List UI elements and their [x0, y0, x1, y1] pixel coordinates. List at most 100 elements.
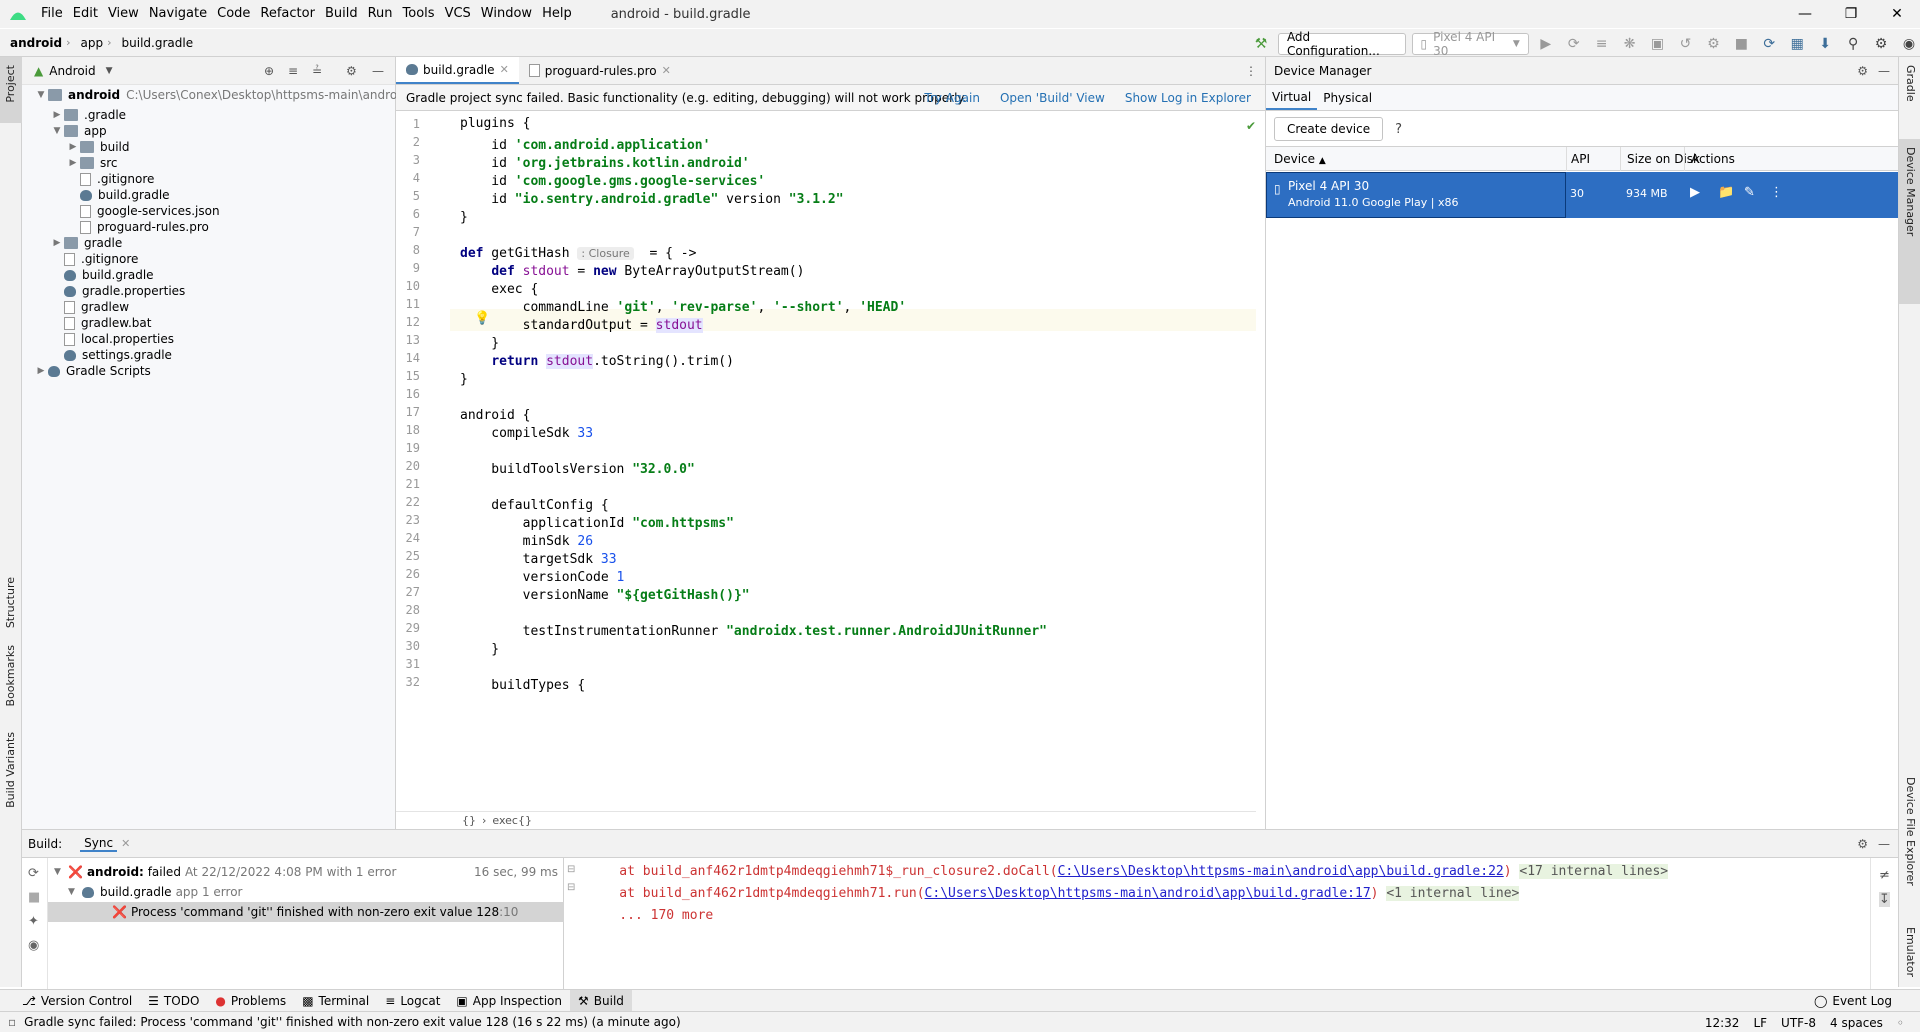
source-link[interactable]: C:\Users\Desktop\httpsms-main\android\ap… — [925, 886, 1371, 901]
soft-wrap-icon[interactable]: ≠ — [1879, 868, 1890, 883]
coverage-icon[interactable]: ⚙ — [1702, 32, 1724, 56]
menu-file[interactable]: File — [36, 0, 68, 28]
breadcrumb-file[interactable]: build.gradle — [112, 36, 198, 50]
device-manager-icon[interactable]: ▦ — [1786, 32, 1808, 56]
column-device[interactable]: Device ▲ — [1274, 152, 1326, 166]
google-icon[interactable]: ◉ — [1898, 32, 1920, 56]
menu-window[interactable]: Window — [476, 0, 537, 28]
try-again-link[interactable]: Try Again — [924, 91, 980, 105]
device-manager-tool-button[interactable]: Device Manager — [1904, 147, 1917, 236]
structure-tool-button[interactable]: Structure — [4, 577, 17, 628]
build-error-item[interactable]: ❌ Process 'command 'git'' finished with … — [48, 902, 564, 922]
tool-problems[interactable]: ● Problems — [207, 990, 294, 1012]
status-icon[interactable]: ▫ — [8, 1015, 16, 1029]
build-variants-tool-button[interactable]: Build Variants — [4, 732, 17, 808]
build-tree-root[interactable]: ▼ ❌ android: failed At 22/12/2022 4:08 P… — [54, 862, 560, 882]
locate-icon[interactable]: ⊕ — [264, 64, 274, 78]
help-icon[interactable]: ? — [1395, 122, 1402, 137]
tab-build-gradle[interactable]: build.gradle ✕ — [396, 57, 519, 84]
project-tool-button[interactable]: Project — [4, 65, 17, 103]
build-tree-child[interactable]: ▼ build.gradle app 1 error — [68, 882, 242, 902]
sync-gradle-icon[interactable]: ⟳ — [1758, 32, 1780, 56]
open-build-view-link[interactable]: Open 'Build' View — [1000, 91, 1105, 105]
profile-icon[interactable]: ▣ — [1647, 32, 1669, 56]
close-tab-icon[interactable]: ✕ — [500, 63, 509, 76]
menu-view[interactable]: View — [103, 0, 144, 28]
menu-build[interactable]: Build — [320, 0, 363, 28]
column-actions[interactable]: Actions — [1684, 147, 1735, 171]
bookmarks-tool-button[interactable]: Bookmarks — [4, 645, 17, 706]
status-message[interactable]: Gradle sync failed: Process 'command 'gi… — [24, 1015, 681, 1029]
menu-navigate[interactable]: Navigate — [144, 0, 212, 28]
tool-terminal[interactable]: ▩ Terminal — [294, 990, 377, 1012]
tool-build[interactable]: ⚒ Build — [570, 989, 632, 1012]
tree-root[interactable]: ▼ android C:\Users\Conex\Desktop\httpsms… — [34, 85, 409, 105]
indent-setting[interactable]: 4 spaces — [1830, 1016, 1883, 1030]
close-tab-icon[interactable]: ✕ — [662, 64, 671, 77]
project-view-selector[interactable]: Android — [49, 64, 95, 78]
fold-icon[interactable]: ⊟ — [567, 882, 575, 893]
menu-refactor[interactable]: Refactor — [255, 0, 320, 28]
more-tabs-icon[interactable]: ⋮ — [1245, 57, 1265, 84]
rerun-icon[interactable]: ⟳ — [28, 866, 39, 881]
sdk-manager-icon[interactable]: ⬇ — [1814, 32, 1836, 56]
eye-icon[interactable]: ◉ — [28, 938, 39, 953]
add-configuration-button[interactable]: Add Configuration... — [1277, 30, 1406, 58]
create-device-button[interactable]: Create device — [1274, 117, 1384, 141]
gear-icon[interactable]: ⚙ — [346, 64, 357, 78]
hide-icon[interactable]: — — [372, 64, 384, 78]
rerun-icon[interactable]: ⟳ — [1563, 32, 1585, 56]
close-window-icon[interactable]: ✕ — [1874, 0, 1920, 28]
apply-changes-icon[interactable]: ≡ — [1591, 32, 1613, 56]
lock-icon[interactable]: ◦ — [1897, 1016, 1904, 1030]
close-tab-icon[interactable]: ✕ — [121, 837, 130, 850]
edit-icon[interactable]: ✎ — [1744, 185, 1755, 200]
stop-icon[interactable]: ■ — [1730, 32, 1752, 56]
file-encoding[interactable]: UTF-8 — [1781, 1016, 1816, 1030]
launch-device-icon[interactable]: ▶ — [1690, 185, 1700, 200]
attach-debugger-icon[interactable]: ↺ — [1675, 32, 1697, 56]
minimize-icon[interactable]: — — [1782, 0, 1828, 28]
tab-proguard-rules[interactable]: proguard-rules.pro ✕ — [519, 57, 681, 84]
gear-icon[interactable]: ⚙ — [1870, 32, 1892, 56]
line-separator[interactable]: LF — [1753, 1016, 1767, 1030]
code-area[interactable]: plugins { id 'com.android.application' i… — [396, 111, 1256, 811]
breadcrumb-module[interactable]: app — [71, 36, 108, 50]
breadcrumb-project[interactable]: android — [0, 36, 66, 50]
gear-icon[interactable]: ⚙ — [1857, 837, 1868, 851]
debug-icon[interactable]: ❋ — [1619, 32, 1641, 56]
tab-sync[interactable]: Sync — [80, 836, 118, 852]
column-api[interactable]: API — [1566, 147, 1590, 171]
tab-physical[interactable]: Physical — [1317, 85, 1378, 110]
scroll-to-end-icon[interactable]: ↧ — [1879, 892, 1890, 907]
chevron-down-icon[interactable]: ▼ — [106, 66, 113, 76]
menu-code[interactable]: Code — [212, 0, 255, 28]
emulator-tool-button[interactable]: Emulator — [1904, 927, 1917, 977]
tool-logcat[interactable]: ≡ Logcat — [377, 990, 448, 1012]
folder-icon[interactable]: 📁 — [1718, 185, 1734, 200]
menu-run[interactable]: Run — [363, 0, 398, 28]
device-selector[interactable]: ▯ Pixel 4 API 30 ▼ — [1411, 30, 1529, 58]
tool-app-inspection[interactable]: ▣ App Inspection — [448, 990, 570, 1012]
menu-vcs[interactable]: VCS — [440, 0, 476, 28]
show-log-link[interactable]: Show Log in Explorer — [1125, 91, 1251, 105]
gradle-tool-button[interactable]: Gradle — [1904, 65, 1917, 102]
device-row[interactable]: ▯ Pixel 4 API 30 Android 11.0 Google Pla… — [1266, 172, 1898, 218]
fold-icon[interactable]: ⊟ — [567, 864, 575, 875]
run-icon[interactable]: ▶ — [1535, 32, 1557, 56]
tool-event-log[interactable]: ◯ Event Log — [1806, 990, 1900, 1012]
device-file-explorer-tool-button[interactable]: Device File Explorer — [1904, 777, 1917, 886]
tree-item-gradle-scripts[interactable]: ▶ Gradle Scripts — [34, 361, 151, 381]
more-actions-icon[interactable]: ⋮ — [1770, 185, 1783, 200]
collapse-all-icon[interactable]: ≟ — [312, 64, 322, 78]
tool-version-control[interactable]: ⎇ Version Control — [14, 990, 140, 1012]
hammer-icon[interactable]: ⚒ — [1250, 32, 1272, 56]
source-link[interactable]: C:\Users\Desktop\httpsms-main\android\ap… — [1058, 864, 1504, 879]
menu-help[interactable]: Help — [537, 0, 577, 28]
stop-icon[interactable]: ■ — [28, 890, 40, 905]
hide-icon[interactable]: — — [1878, 64, 1890, 78]
gear-icon[interactable]: ⚙ — [1857, 64, 1868, 78]
lightbulb-icon[interactable]: 💡 — [474, 311, 490, 326]
search-icon[interactable]: ⚲ — [1842, 32, 1864, 56]
menu-edit[interactable]: Edit — [68, 0, 103, 28]
